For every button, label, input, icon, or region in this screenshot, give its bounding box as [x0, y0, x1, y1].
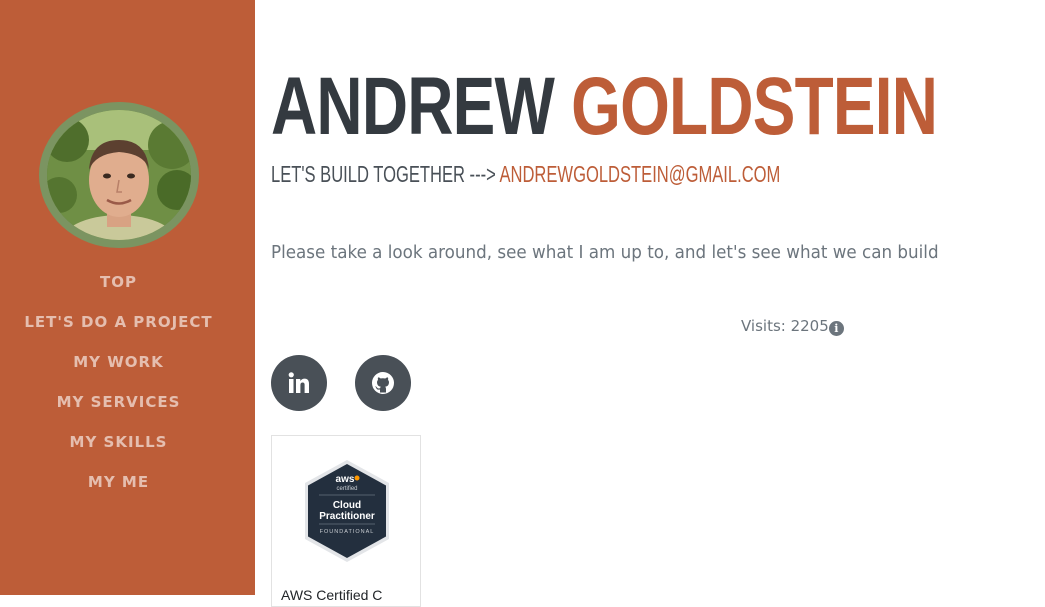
- linkedin-button[interactable]: [271, 355, 327, 411]
- visits-label: Visits: 2205: [741, 317, 829, 335]
- info-icon[interactable]: i: [828, 321, 844, 336]
- sidebar: TOP LET'S DO A PROJECT MY WORK MY SERVIC…: [0, 0, 255, 595]
- nav-item-project: LET'S DO A PROJECT: [0, 304, 237, 344]
- nav-link-services[interactable]: MY SERVICES: [57, 393, 181, 411]
- tagline: LET'S BUILD TOGETHER --->: [271, 161, 496, 187]
- sidebar-nav: TOP LET'S DO A PROJECT MY WORK MY SERVIC…: [0, 264, 237, 504]
- badge-level: FOUNDATIONAL: [320, 529, 375, 535]
- nav-item-services: MY SERVICES: [0, 384, 237, 424]
- nav-link-me[interactable]: MY ME: [88, 473, 149, 491]
- avatar: [39, 102, 199, 248]
- first-name: ANDREW: [271, 61, 555, 152]
- badge-certified: certified: [336, 486, 357, 492]
- nav-link-project[interactable]: LET'S DO A PROJECT: [24, 313, 212, 331]
- email-link[interactable]: ANDREWGOLDSTEIN@GMAIL.COM: [499, 161, 780, 187]
- nav-item-skills: MY SKILLS: [0, 424, 237, 464]
- subheading: LET'S BUILD TOGETHER ---> ANDREWGOLDSTEI…: [271, 160, 780, 188]
- badge-line2: Practitioner: [319, 511, 375, 522]
- nav-link-top[interactable]: TOP: [100, 273, 137, 291]
- lead-text: Please take a look around, see what I am…: [271, 242, 939, 263]
- last-name: GOLDSTEIN: [571, 61, 938, 152]
- nav-link-work[interactable]: MY WORK: [73, 353, 163, 371]
- certification-caption: AWS Certified C: [281, 587, 383, 603]
- nav-item-work: MY WORK: [0, 344, 237, 384]
- badge-line1: Cloud: [333, 500, 361, 511]
- nav-item-me: MY ME: [0, 464, 237, 504]
- visits-counter: Visits: 2205 i: [741, 317, 844, 336]
- github-button[interactable]: [355, 355, 411, 411]
- github-icon: [372, 372, 394, 394]
- page-title: ANDREW GOLDSTEIN: [271, 61, 938, 152]
- badge-brand: aws: [336, 474, 355, 485]
- certification-card[interactable]: aws certified Cloud Practitioner FOUNDAT…: [271, 435, 421, 607]
- nav-item-top: TOP: [0, 264, 237, 304]
- main-content: ANDREW GOLDSTEIN LET'S BUILD TOGETHER --…: [271, 0, 1031, 607]
- nav-link-skills[interactable]: MY SKILLS: [70, 433, 168, 451]
- linkedin-icon: [288, 372, 309, 393]
- aws-cloud-practitioner-badge: aws certified Cloud Practitioner FOUNDAT…: [305, 460, 389, 562]
